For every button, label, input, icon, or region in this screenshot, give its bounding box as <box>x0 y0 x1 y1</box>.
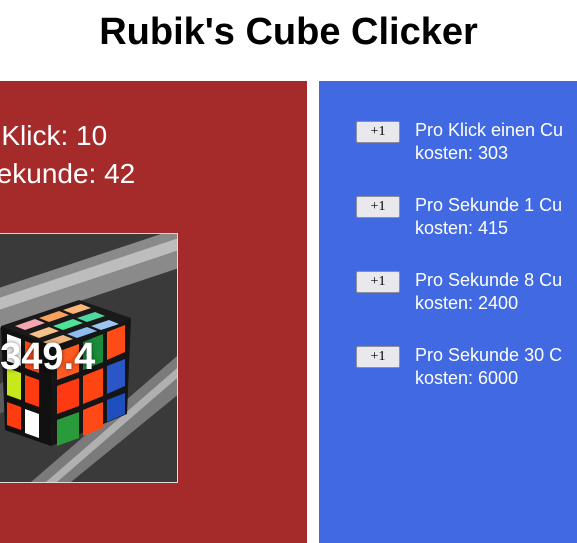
upgrade-name: Pro Sekunde 1 Cu <box>415 195 563 215</box>
per-second-stat: Sekunde: 42 <box>0 158 136 189</box>
upgrade-item: +1 Pro Sekunde 8 Cu kosten: 2400 <box>356 269 577 317</box>
upgrade-cost: kosten: 6000 <box>415 368 519 388</box>
stats-panel: o Klick: 10 Sekunde: 42 <box>0 81 307 543</box>
upgrade-name: Pro Sekunde 30 C <box>415 345 563 365</box>
upgrade-name: Pro Sekunde 8 Cu <box>415 270 563 290</box>
upgrade-item: +1 Pro Sekunde 30 C kosten: 6000 <box>356 344 577 392</box>
page-title: Rubik's Cube Clicker <box>99 11 478 53</box>
buy-upgrade-button[interactable]: +1 <box>356 196 400 218</box>
upgrade-name: Pro Klick einen Cu <box>415 120 564 140</box>
buy-upgrade-button[interactable]: +1 <box>356 271 400 293</box>
upgrade-item: +1 Pro Sekunde 1 Cu kosten: 415 <box>356 194 577 242</box>
upgrade-item: +1 Pro Klick einen Cu kosten: 303 <box>356 119 577 167</box>
per-click-stat: o Klick: 10 <box>0 120 108 151</box>
cube-count-score: 4349.4 <box>0 336 96 378</box>
cube-click-target[interactable]: 4349.4 <box>0 233 178 483</box>
buy-upgrade-button[interactable]: +1 <box>356 121 400 143</box>
upgrades-panel: +1 Pro Klick einen Cu kosten: 303 +1 Pro… <box>319 81 577 543</box>
buy-upgrade-button[interactable]: +1 <box>356 346 400 368</box>
upgrade-cost: kosten: 2400 <box>415 293 519 313</box>
upgrade-cost: kosten: 415 <box>415 218 509 238</box>
upgrade-cost: kosten: 303 <box>415 143 509 163</box>
page: Rubik's Cube Clicker o Klick: 10 Sekunde… <box>0 0 577 543</box>
